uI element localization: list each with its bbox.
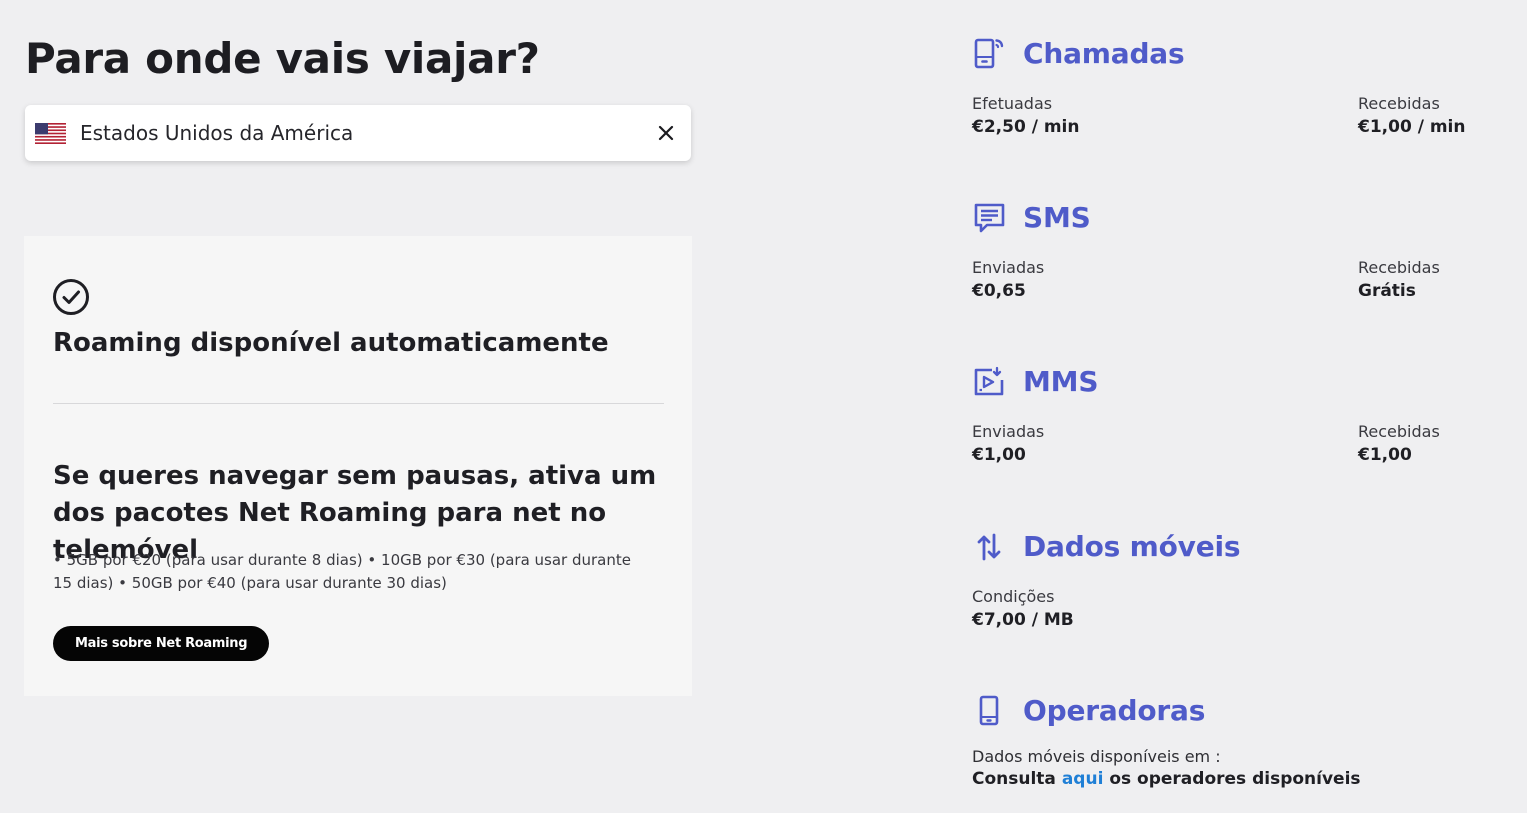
country-search-input[interactable]	[80, 121, 653, 145]
data-conditions-label: Condições	[972, 587, 1055, 606]
calls-received-value: €1,00 / min	[1358, 117, 1466, 137]
calls-made-value: €2,50 / min	[972, 117, 1080, 137]
sms-title: SMS	[1023, 200, 1091, 234]
roaming-info-card: Roaming disponível automaticamente Se qu…	[24, 236, 692, 696]
media-message-icon	[972, 364, 1006, 398]
sms-received-value: Grátis	[1358, 281, 1416, 301]
data-conditions: Condições €7,00 / MB	[972, 587, 1074, 633]
sms-sent: Enviadas €0,65	[972, 258, 1044, 304]
mms-sent-label: Enviadas	[972, 422, 1045, 441]
mms-title: MMS	[1023, 364, 1099, 398]
mms-received-label: Recebidas	[1358, 422, 1440, 441]
sms-sent-label: Enviadas	[972, 258, 1045, 277]
sms-received: Recebidas Grátis	[1358, 258, 1440, 304]
operators-title: Operadoras	[1023, 693, 1206, 727]
close-icon[interactable]	[653, 120, 679, 146]
sms-received-label: Recebidas	[1358, 258, 1440, 277]
country-search-box[interactable]	[25, 105, 691, 161]
phone-call-icon	[972, 36, 1006, 70]
mms-sent: Enviadas €1,00	[972, 422, 1044, 468]
promo-description: • 5GB por €20 (para usar durante 8 dias)…	[53, 551, 631, 592]
operators-label: Dados móveis disponíveis em :	[972, 747, 1221, 766]
calls-received-label: Recebidas	[1358, 94, 1440, 113]
data-conditions-value: €7,00 / MB	[972, 610, 1074, 630]
operators-value: Consulta aqui os operadores disponíveis	[972, 769, 1361, 789]
mobile-device-icon	[972, 693, 1006, 727]
message-icon	[972, 200, 1006, 234]
sms-sent-value: €0,65	[972, 281, 1026, 301]
mms-sent-value: €1,00	[972, 445, 1026, 465]
up-down-arrows-icon	[972, 529, 1006, 563]
check-circle-icon	[52, 278, 90, 316]
mms-received: Recebidas €1,00	[1358, 422, 1440, 468]
us-flag-icon	[35, 122, 66, 144]
operators-link[interactable]: aqui	[1062, 769, 1104, 789]
divider	[53, 403, 664, 404]
data-title: Dados móveis	[1023, 529, 1241, 563]
roaming-status-title: Roaming disponível automaticamente	[53, 328, 609, 358]
calls-made-label: Efetuadas	[972, 94, 1053, 113]
page-title: Para onde vais viajar?	[25, 34, 540, 83]
net-roaming-button[interactable]: Mais sobre Net Roaming	[53, 626, 270, 661]
calls-made: Efetuadas €2,50 / min	[972, 94, 1079, 140]
mms-received-value: €1,00	[1358, 445, 1412, 465]
calls-title: Chamadas	[1023, 36, 1185, 70]
operators-value-suffix: os operadores disponíveis	[1103, 769, 1361, 789]
operators-value-prefix: Consulta	[972, 769, 1062, 789]
calls-received: Recebidas €1,00 / min	[1358, 94, 1465, 140]
